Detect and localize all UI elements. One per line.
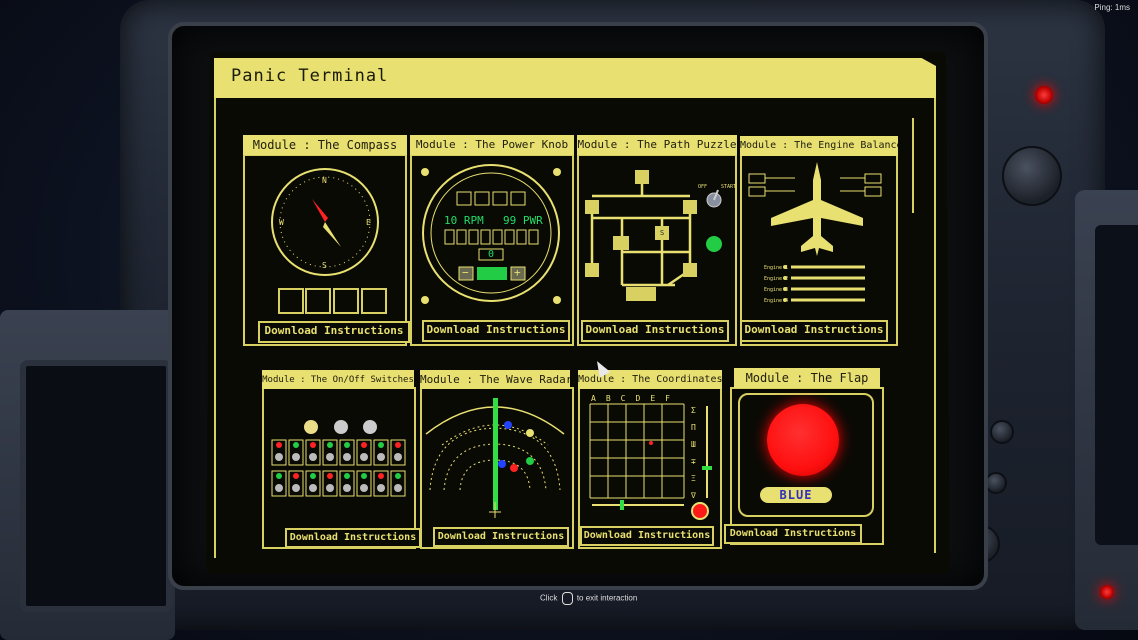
onoff-header: Module : The On/Off Switches: [262, 370, 414, 389]
engine-2-label: Engine 2: [764, 276, 789, 282]
coordinates-target-dot: [649, 441, 653, 445]
power-plus-button[interactable]: +: [514, 266, 521, 279]
power-value-readout: 0: [488, 249, 495, 260]
compass-download-button[interactable]: Download Instructions: [258, 321, 410, 343]
terminal-title: Panic Terminal: [231, 66, 389, 86]
frame-line-left: [214, 98, 216, 558]
compass-needle-north: [312, 199, 328, 222]
compass-mark-s: S: [322, 261, 327, 270]
flap-color-label: BLUE: [760, 487, 832, 503]
coordinates-columns: ABCDEF: [591, 394, 680, 403]
wave-radar-display[interactable]: [422, 390, 568, 522]
engine-balance-header: Module : The Engine Balance: [740, 136, 898, 156]
compass-slot-2[interactable]: [305, 288, 331, 314]
path-puzzle-board[interactable]: [580, 160, 730, 310]
coordinates-x-slider-track[interactable]: [592, 504, 684, 506]
compass-slot-1[interactable]: [278, 288, 304, 314]
wave-radar-download-button[interactable]: Download Instructions: [433, 527, 569, 547]
compass-mark-n: N: [322, 176, 327, 185]
small-knob-2[interactable]: [985, 472, 1007, 494]
wave-radar-header: Module : The Wave Radar: [420, 370, 570, 389]
compass-needle-south: [323, 222, 341, 247]
rotary-knob[interactable]: [1002, 146, 1062, 206]
engine-4-label: Engine 4: [764, 298, 789, 304]
engine-balance-download-button[interactable]: Download Instructions: [740, 320, 888, 342]
red-indicator-light-2: [1100, 585, 1114, 599]
exit-hint-text: to exit interaction: [576, 593, 638, 603]
toggle-start-label: START: [721, 184, 737, 190]
path-start-node: S: [660, 229, 665, 237]
path-puzzle-status-light: [706, 236, 722, 252]
engine-3-label: Engine 3: [764, 287, 789, 293]
path-puzzle-download-button[interactable]: Download Instructions: [581, 320, 729, 342]
rpm-readout: 10 RPM: [444, 214, 484, 227]
power-minus-button[interactable]: −: [462, 266, 469, 279]
coordinates-submit-button[interactable]: [691, 502, 709, 520]
toggle-off-label: OFF: [698, 184, 708, 190]
red-indicator-light: [1035, 86, 1053, 104]
right-console-screen: [1095, 225, 1138, 545]
coordinates-download-button[interactable]: Download Instructions: [580, 526, 714, 546]
flap-red-button[interactable]: [767, 404, 839, 476]
left-console-screen: [20, 360, 172, 612]
compass-mark-e: E: [366, 218, 371, 227]
compass-slot-3[interactable]: [333, 288, 359, 314]
exit-hint-click: Click: [540, 593, 558, 603]
compass-mark-w: W: [279, 218, 284, 227]
mouse-icon: [561, 592, 573, 605]
coordinates-grid[interactable]: [588, 402, 688, 500]
flap-download-button[interactable]: Download Instructions: [724, 524, 862, 544]
flap-header: Module : The Flap: [734, 368, 880, 388]
onoff-download-button[interactable]: Download Instructions: [285, 528, 421, 548]
onoff-switch-panel[interactable]: [268, 412, 410, 502]
power-knob-panel: [421, 164, 561, 304]
path-puzzle-header: Module : The Path Puzzle: [577, 135, 737, 155]
pwr-readout: 99 PWR: [503, 214, 543, 227]
compass-header: Module : The Compass: [243, 135, 407, 155]
compass-slot-4[interactable]: [361, 288, 387, 314]
exit-hint: Click to exit interaction: [540, 592, 637, 605]
small-knob-1[interactable]: [990, 420, 1014, 444]
ping-readout: Ping: 1ms: [1094, 3, 1130, 12]
power-knob-download-button[interactable]: Download Instructions: [422, 320, 570, 342]
coordinates-y-slider-track[interactable]: [706, 406, 708, 498]
coordinates-rows: Σ Π Ш ∓ Ξ ∇: [691, 406, 696, 500]
frame-line-right: [934, 98, 936, 553]
engine-1-label: Engine 1: [764, 265, 789, 271]
coordinates-x-slider-handle[interactable]: [620, 500, 624, 510]
scrollbar[interactable]: [912, 118, 914, 213]
coordinates-y-slider-handle[interactable]: [702, 466, 712, 470]
power-knob-header: Module : The Power Knob: [410, 135, 574, 155]
compass-dial[interactable]: N E S W: [268, 165, 383, 280]
